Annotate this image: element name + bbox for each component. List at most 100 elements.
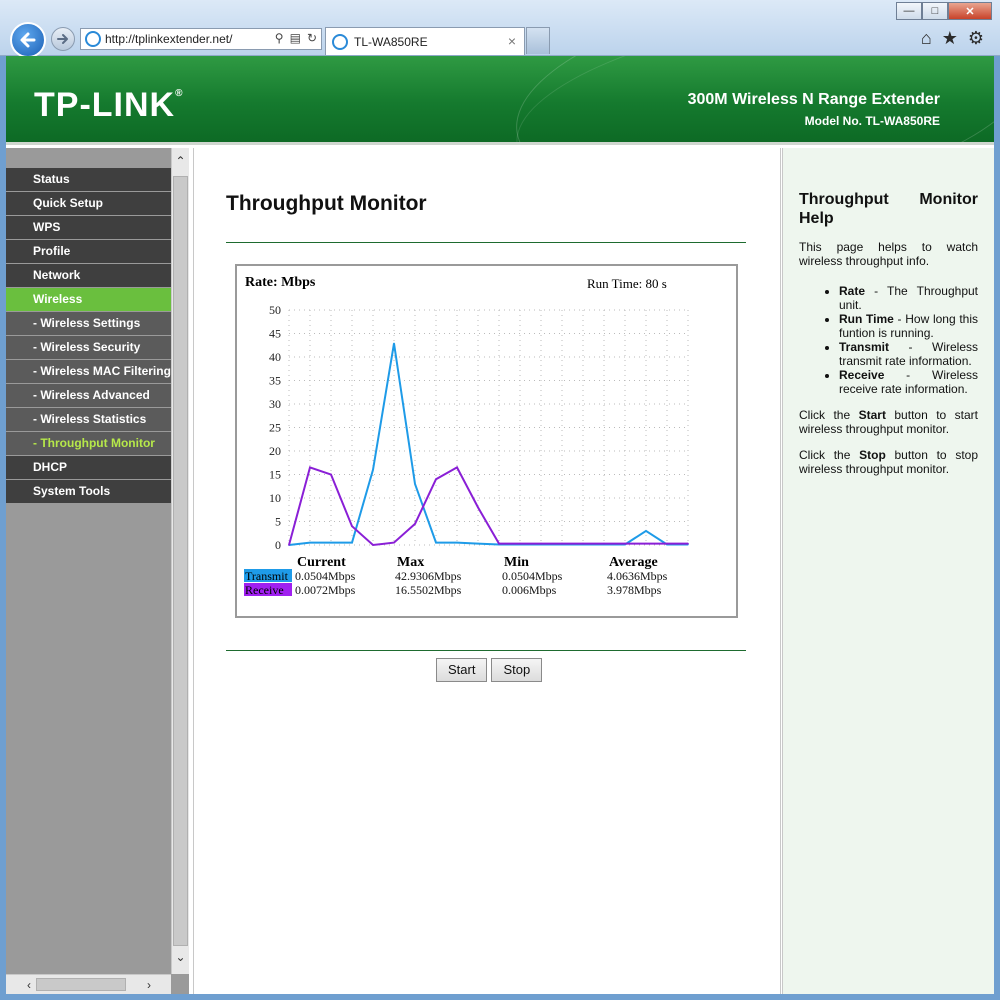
data-point-receive: [666, 542, 668, 545]
sidebar-item[interactable]: Profile: [6, 240, 171, 263]
new-tab-button[interactable]: [526, 27, 550, 54]
divider: [226, 242, 746, 243]
back-button[interactable]: [10, 22, 46, 58]
close-icon[interactable]: ✕: [948, 2, 992, 20]
chart-canvas: Rate: Mbps Run Time: 80 s 0 5 10 15 20 25 30 35 40…: [244, 275, 689, 597]
sidebar-item[interactable]: Network: [6, 264, 171, 287]
stats-value: 0.0072Mbps: [295, 583, 356, 597]
scroll-up-icon[interactable]: ⌃: [172, 152, 189, 170]
data-point-receive: [435, 478, 437, 480]
start-button[interactable]: Start: [436, 658, 488, 682]
legend-label: Receive: [245, 583, 284, 597]
back-arrow-icon: [20, 32, 36, 48]
help-intro: This page helps to watch wireless throug…: [799, 240, 978, 268]
ie-tab-icon: [332, 33, 348, 50]
forward-arrow-icon: [57, 34, 68, 44]
scrollbar-thumb[interactable]: [173, 176, 188, 946]
tab-title: TL-WA850RE: [354, 34, 428, 49]
y-tick-label: 35: [269, 374, 281, 388]
home-icon[interactable]: ⌂: [921, 28, 932, 49]
sidebar-item[interactable]: WPS: [6, 216, 171, 239]
logo-registered-mark: ®: [175, 88, 184, 99]
run-time-label: Run Time: 80 s: [587, 276, 667, 291]
compat-view-icon[interactable]: ▤: [290, 31, 301, 45]
refresh-icon[interactable]: ↻: [307, 31, 317, 45]
data-point-transmit: [414, 483, 416, 485]
sidebar-item[interactable]: DHCP: [6, 456, 171, 479]
data-point-transmit: [435, 541, 437, 544]
data-point-transmit: [456, 541, 458, 544]
data-point-receive: [414, 523, 416, 525]
help-term: Transmit: [839, 340, 890, 354]
data-point-receive: [477, 506, 479, 509]
maximize-icon[interactable]: □: [922, 2, 948, 20]
address-url[interactable]: http://tplinkextender.net/: [105, 32, 232, 46]
sidebar-item[interactable]: System Tools: [6, 480, 171, 503]
data-point-receive: [330, 473, 332, 476]
settings-gear-icon[interactable]: ⚙: [968, 28, 984, 49]
stats-header: Average: [609, 555, 658, 570]
router-page: TP-LINK® 300M Wireless N Range Extender …: [6, 56, 994, 994]
y-tick-label: 40: [269, 350, 281, 364]
stop-button[interactable]: Stop: [491, 658, 543, 682]
help-list: Rate - The Throughput unit.Run Time - Ho…: [799, 284, 978, 396]
data-point-transmit: [330, 541, 332, 544]
forward-button[interactable]: [51, 27, 75, 51]
data-point-receive: [645, 542, 647, 545]
data-point-receive: [687, 542, 689, 545]
stats-value: 3.978Mbps: [607, 583, 662, 597]
chart-title: Rate: Mbps: [245, 275, 316, 290]
sidebar-item[interactable]: - Wireless Advanced: [6, 384, 171, 407]
sidebar-item[interactable]: - Wireless Settings: [6, 312, 171, 335]
stats-header: Current: [297, 555, 346, 570]
scroll-down-icon[interactable]: ⌄: [172, 948, 189, 966]
sidebar-vertical-scrollbar[interactable]: ⌃ ⌄: [171, 148, 189, 974]
data-point-transmit: [351, 541, 353, 544]
data-point-receive: [351, 525, 353, 527]
tab-active[interactable]: TL-WA850RE ×: [325, 27, 525, 55]
data-point-receive: [582, 542, 584, 545]
stats-value: 42.9306Mbps: [395, 569, 462, 583]
data-point-receive: [519, 542, 521, 545]
sidebar: Status Quick Setup WPS Profile Network Wirele…: [6, 148, 189, 994]
help-list-item: Rate - The Throughput unit.: [839, 284, 978, 312]
sidebar-item[interactable]: - Throughput Monitor: [6, 432, 171, 455]
help-start-note: Click the Start button to start wireless…: [799, 408, 978, 436]
help-text: Click the: [799, 408, 859, 422]
product-name: 300M Wireless N Range Extender: [687, 91, 940, 108]
sidebar-menu: Status Quick Setup WPS Profile Network Wirele…: [6, 168, 171, 504]
browser-chrome: — □ ✕ http://tplinkextender.net/ ⚲ ▤ ↻ T…: [0, 0, 1000, 58]
model-number: Model No. TL-WA850RE: [804, 114, 940, 128]
sidebar-item[interactable]: Quick Setup: [6, 192, 171, 215]
help-title-line: Throughput Monitor: [799, 191, 978, 208]
help-stop-note: Click the Stop button to stop wireless t…: [799, 448, 978, 476]
sidebar-item[interactable]: - Wireless Security: [6, 336, 171, 359]
data-point-receive: [540, 542, 542, 545]
scrollbar-thumb[interactable]: [36, 978, 126, 991]
logo-text: TP-LINK: [34, 86, 176, 124]
minimize-icon[interactable]: —: [896, 2, 922, 20]
address-bar[interactable]: http://tplinkextender.net/ ⚲ ▤ ↻: [80, 28, 322, 50]
data-point-receive: [498, 542, 500, 545]
address-tools: ⚲ ▤ ↻: [275, 31, 317, 45]
stats-value: 0.006Mbps: [502, 583, 557, 597]
data-point-transmit: [477, 542, 479, 545]
scroll-right-icon[interactable]: ›: [140, 975, 158, 994]
data-point-receive: [309, 466, 311, 469]
data-point-receive: [624, 542, 626, 545]
sidebar-item[interactable]: Status: [6, 168, 171, 191]
favorites-icon[interactable]: ★: [942, 28, 958, 49]
sidebar-item[interactable]: Wireless: [6, 288, 171, 311]
legend-label: Transmit: [245, 569, 289, 583]
data-point-transmit: [393, 342, 395, 345]
search-icon[interactable]: ⚲: [275, 31, 284, 45]
y-tick-label: 5: [275, 515, 281, 529]
tp-link-logo: TP-LINK®: [34, 86, 183, 125]
sidebar-item[interactable]: - Wireless Statistics: [6, 408, 171, 431]
tab-close-icon[interactable]: ×: [508, 33, 516, 49]
sidebar-item[interactable]: - Wireless MAC Filtering: [6, 360, 171, 383]
stats-value: 0.0504Mbps: [502, 569, 563, 583]
divider: [226, 650, 746, 651]
window-controls: — □ ✕: [896, 2, 992, 20]
sidebar-horizontal-scrollbar[interactable]: ‹ ›: [6, 974, 171, 994]
